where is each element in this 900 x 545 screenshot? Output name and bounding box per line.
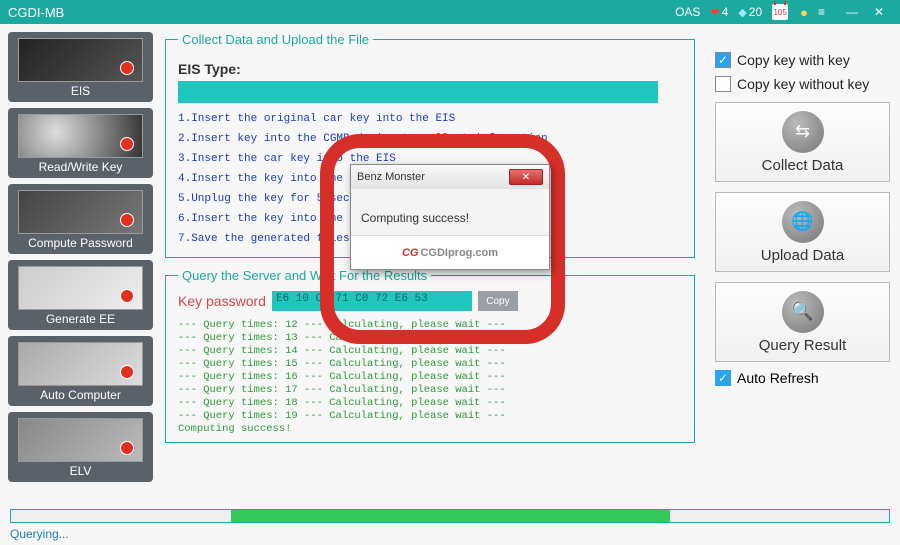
heart-icon: ❤ [710,6,719,19]
status-dot-icon [120,441,134,455]
query-legend: Query the Server and Wait For the Result… [178,268,431,283]
progress-fill [231,510,670,522]
key-password-label: Key password [178,293,266,309]
option-copy-without-key[interactable]: Copy key without key [715,76,890,92]
usb-icon: ⇆ [782,111,824,153]
sidebar-item-eis[interactable]: EIS [8,32,153,102]
search-globe-icon: 🔍 [782,291,824,333]
menu-icon[interactable]: ≡ [818,5,836,19]
dialog-titlebar[interactable]: Benz Monster ✕ [351,165,549,189]
collect-data-button[interactable]: ⇆ Collect Data [715,102,890,182]
elv-thumb [18,418,143,462]
globe-icon: 🌐 [782,201,824,243]
status-dot-icon [120,137,134,151]
query-result-button[interactable]: 🔍 Query Result [715,282,890,362]
checkbox-on-icon: ✓ [715,52,731,68]
query-fieldset: Query the Server and Wait For the Result… [165,268,695,443]
dialog-title: Benz Monster [357,171,425,183]
copy-button[interactable]: Copy [478,291,518,311]
status-dot-icon [120,213,134,227]
medal-icon: ● [800,5,808,20]
sidebar-label: Auto Computer [40,388,121,402]
button-label: Query Result [759,337,847,354]
sidebar-label: Read/Write Key [39,160,123,174]
status-dot-icon [120,289,134,303]
button-label: Upload Data [761,247,844,264]
right-panel: ✓Copy key with key Copy key without key … [715,52,890,386]
dialog-close-button[interactable]: ✕ [509,169,543,185]
option-label: Copy key without key [737,76,869,92]
checkbox-off-icon [715,76,731,92]
diamond-icon: ◆ [738,6,746,19]
sidebar-label: Compute Password [28,236,133,250]
oas-label: OAS [675,5,700,19]
option-label: Auto Refresh [737,370,819,386]
eis-type-field[interactable] [178,81,658,103]
sidebar: EIS Read/Write Key Compute Password Gene… [8,32,153,488]
option-copy-with-key[interactable]: ✓ Copy key with key [715,52,890,68]
dialog-logo: CGCGDIprog.com [351,235,549,269]
calendar-icon: 105 [772,4,788,20]
collect-legend: Collect Data and Upload the File [178,32,373,47]
ac-thumb [18,342,143,386]
sidebar-item-auto-computer[interactable]: Auto Computer [8,336,153,406]
query-log: --- Query times: 12 --- Calculating, ple… [178,319,682,436]
calendar-indicator: 105 [772,4,790,20]
diamonds-indicator: ◆20 [738,5,762,19]
sidebar-label: Generate EE [46,312,115,326]
status-text: Querying... [10,527,69,541]
key-password-field[interactable]: E6 10 CC 71 C0 72 E6 53 [272,291,472,311]
sidebar-label: ELV [70,464,92,478]
minimize-button[interactable]: — [846,5,864,19]
status-dot-icon [120,365,134,379]
eis-thumb [18,38,143,82]
option-label: Copy key with key [737,52,850,68]
progress-bar [10,509,890,523]
cp-thumb [18,190,143,234]
dialog-message: Computing success! [351,189,549,235]
ee-thumb [18,266,143,310]
eis-type-label: EIS Type: [178,61,682,77]
checkbox-on-icon: ✓ [715,370,731,386]
button-label: Collect Data [762,157,844,174]
sidebar-item-generate-ee[interactable]: Generate EE [8,260,153,330]
sidebar-item-compute-password[interactable]: Compute Password [8,184,153,254]
titlebar: CGDI-MB OAS ❤4 ◆20 105 ● ≡ — ✕ [0,0,900,24]
dialog-benz-monster: Benz Monster ✕ Computing success! CGCGDI… [350,164,550,270]
close-button[interactable]: ✕ [874,5,892,19]
key-thumb [18,114,143,158]
app-title: CGDI-MB [8,5,64,20]
hearts-indicator: ❤4 [710,5,728,19]
auto-refresh-option[interactable]: ✓ Auto Refresh [715,370,890,386]
upload-data-button[interactable]: 🌐 Upload Data [715,192,890,272]
sidebar-label: EIS [71,84,90,98]
sidebar-item-read-write-key[interactable]: Read/Write Key [8,108,153,178]
status-dot-icon [120,61,134,75]
sidebar-item-elv[interactable]: ELV [8,412,153,482]
